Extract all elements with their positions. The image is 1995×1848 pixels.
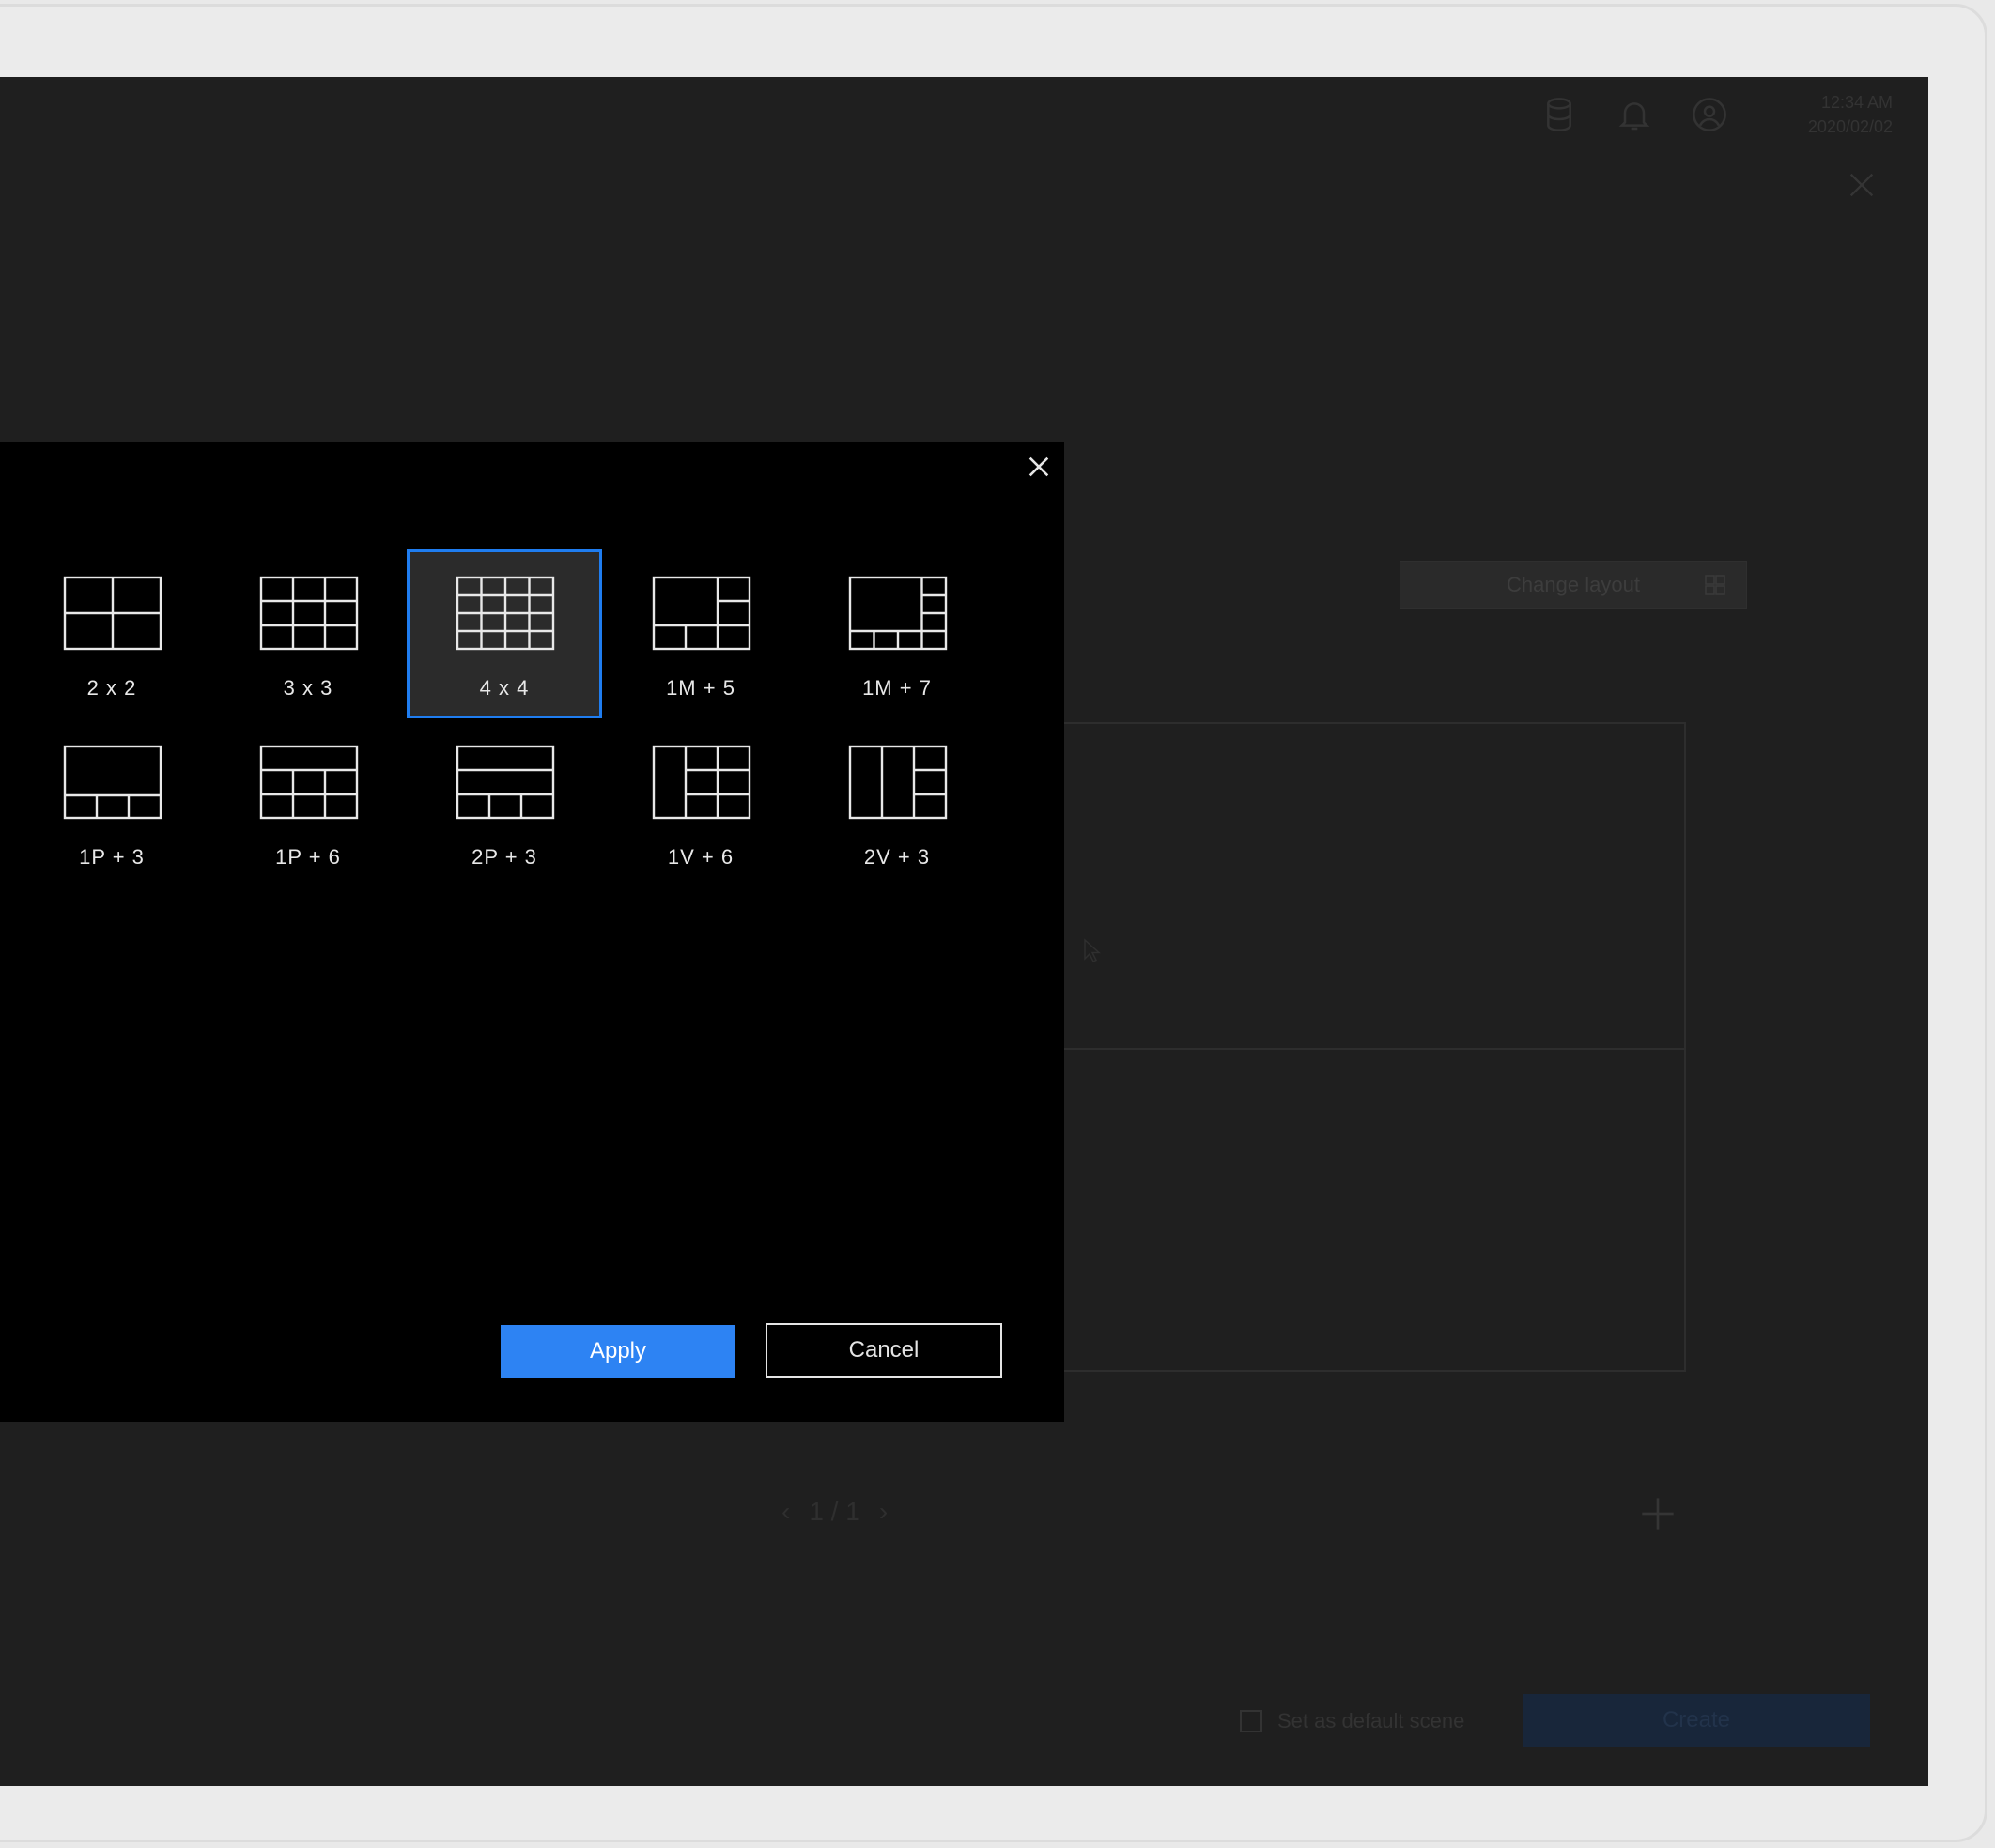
cancel-button[interactable]: Cancel — [766, 1323, 1002, 1378]
layout-1p3-icon — [63, 745, 162, 820]
layout-option-1m5[interactable]: 1M + 5 — [603, 549, 798, 718]
layout-option-2x2[interactable]: 2 x 2 — [14, 549, 209, 718]
change-layout-dialog: 2 x 2 3 x 3 4 x 4 1M + 5 1M + 7 1P + 3 1… — [0, 442, 1064, 1422]
layout-label: 2 x 2 — [86, 676, 137, 700]
default-scene-checkbox[interactable] — [1240, 1710, 1262, 1732]
layout-label: 1M + 7 — [862, 676, 932, 700]
change-layout-label: Change layout — [1507, 573, 1640, 596]
grid-icon — [1705, 575, 1725, 595]
layout-2x2-icon — [63, 576, 162, 651]
layout-label: 1V + 6 — [667, 845, 735, 869]
layout-label: 1M + 5 — [666, 676, 735, 700]
database-icon[interactable] — [1540, 96, 1578, 133]
layout-label: 2P + 3 — [472, 845, 537, 869]
layout-option-2p3[interactable]: 2P + 3 — [407, 718, 602, 887]
cancel-label: Cancel — [848, 1337, 920, 1363]
pager: ‹ 1 / 1 › — [781, 1495, 951, 1529]
clock: 12:34 AM 2020/02/02 — [1808, 90, 1893, 139]
layout-2v3-icon — [848, 745, 948, 820]
layout-3x3-icon — [259, 576, 359, 651]
layout-label: 1P + 3 — [79, 845, 145, 869]
bell-icon[interactable] — [1616, 96, 1653, 133]
layout-option-1p3[interactable]: 1P + 3 — [14, 718, 209, 887]
add-page-button[interactable] — [1639, 1495, 1677, 1532]
layout-1v6-icon — [652, 745, 751, 820]
dialog-close-icon[interactable] — [1026, 454, 1052, 480]
layout-option-1p6[interactable]: 1P + 6 — [210, 718, 406, 887]
device-frame: 12:34 AM 2020/02/02 Change layout ‹ 1 / … — [0, 4, 1987, 1842]
layout-option-3x3[interactable]: 3 x 3 — [210, 549, 406, 718]
create-button[interactable]: Create — [1523, 1694, 1870, 1747]
clock-time: 12:34 AM — [1820, 93, 1893, 112]
pager-text: 1 / 1 — [809, 1497, 860, 1526]
apply-button[interactable]: Apply — [501, 1325, 735, 1378]
default-scene-label: Set as default scene — [1277, 1709, 1465, 1732]
clock-date: 2020/02/02 — [1807, 117, 1893, 136]
plus-icon — [1642, 1498, 1674, 1530]
layout-label: 1P + 6 — [275, 845, 341, 869]
default-scene-option[interactable]: Set as default scene — [1240, 1707, 1464, 1735]
layout-label: 4 x 4 — [479, 676, 530, 700]
layout-1p6-icon — [259, 745, 359, 820]
pager-prev[interactable]: ‹ — [781, 1497, 790, 1527]
layout-2p3-icon — [456, 745, 555, 820]
user-circle-icon[interactable] — [1691, 96, 1728, 133]
layout-1m5-icon — [652, 576, 751, 651]
cursor-icon — [1083, 938, 1104, 963]
layout-option-4x4[interactable]: 4 x 4 — [407, 549, 602, 718]
layout-label: 3 x 3 — [283, 676, 333, 700]
create-label: Create — [1662, 1707, 1731, 1732]
layout-label: 2V + 3 — [863, 845, 931, 869]
layout-option-1v6[interactable]: 1V + 6 — [603, 718, 798, 887]
layout-option-1m7[interactable]: 1M + 7 — [799, 549, 995, 718]
app-screen: 12:34 AM 2020/02/02 Change layout ‹ 1 / … — [0, 77, 1928, 1786]
layout-4x4-icon — [456, 576, 555, 651]
apply-label: Apply — [589, 1338, 647, 1363]
layout-option-2v3[interactable]: 2V + 3 — [799, 718, 995, 887]
layout-1m7-icon — [848, 576, 948, 651]
pager-next[interactable]: › — [879, 1497, 888, 1527]
close-icon[interactable] — [1846, 169, 1878, 201]
change-layout-button[interactable]: Change layout — [1400, 561, 1747, 609]
